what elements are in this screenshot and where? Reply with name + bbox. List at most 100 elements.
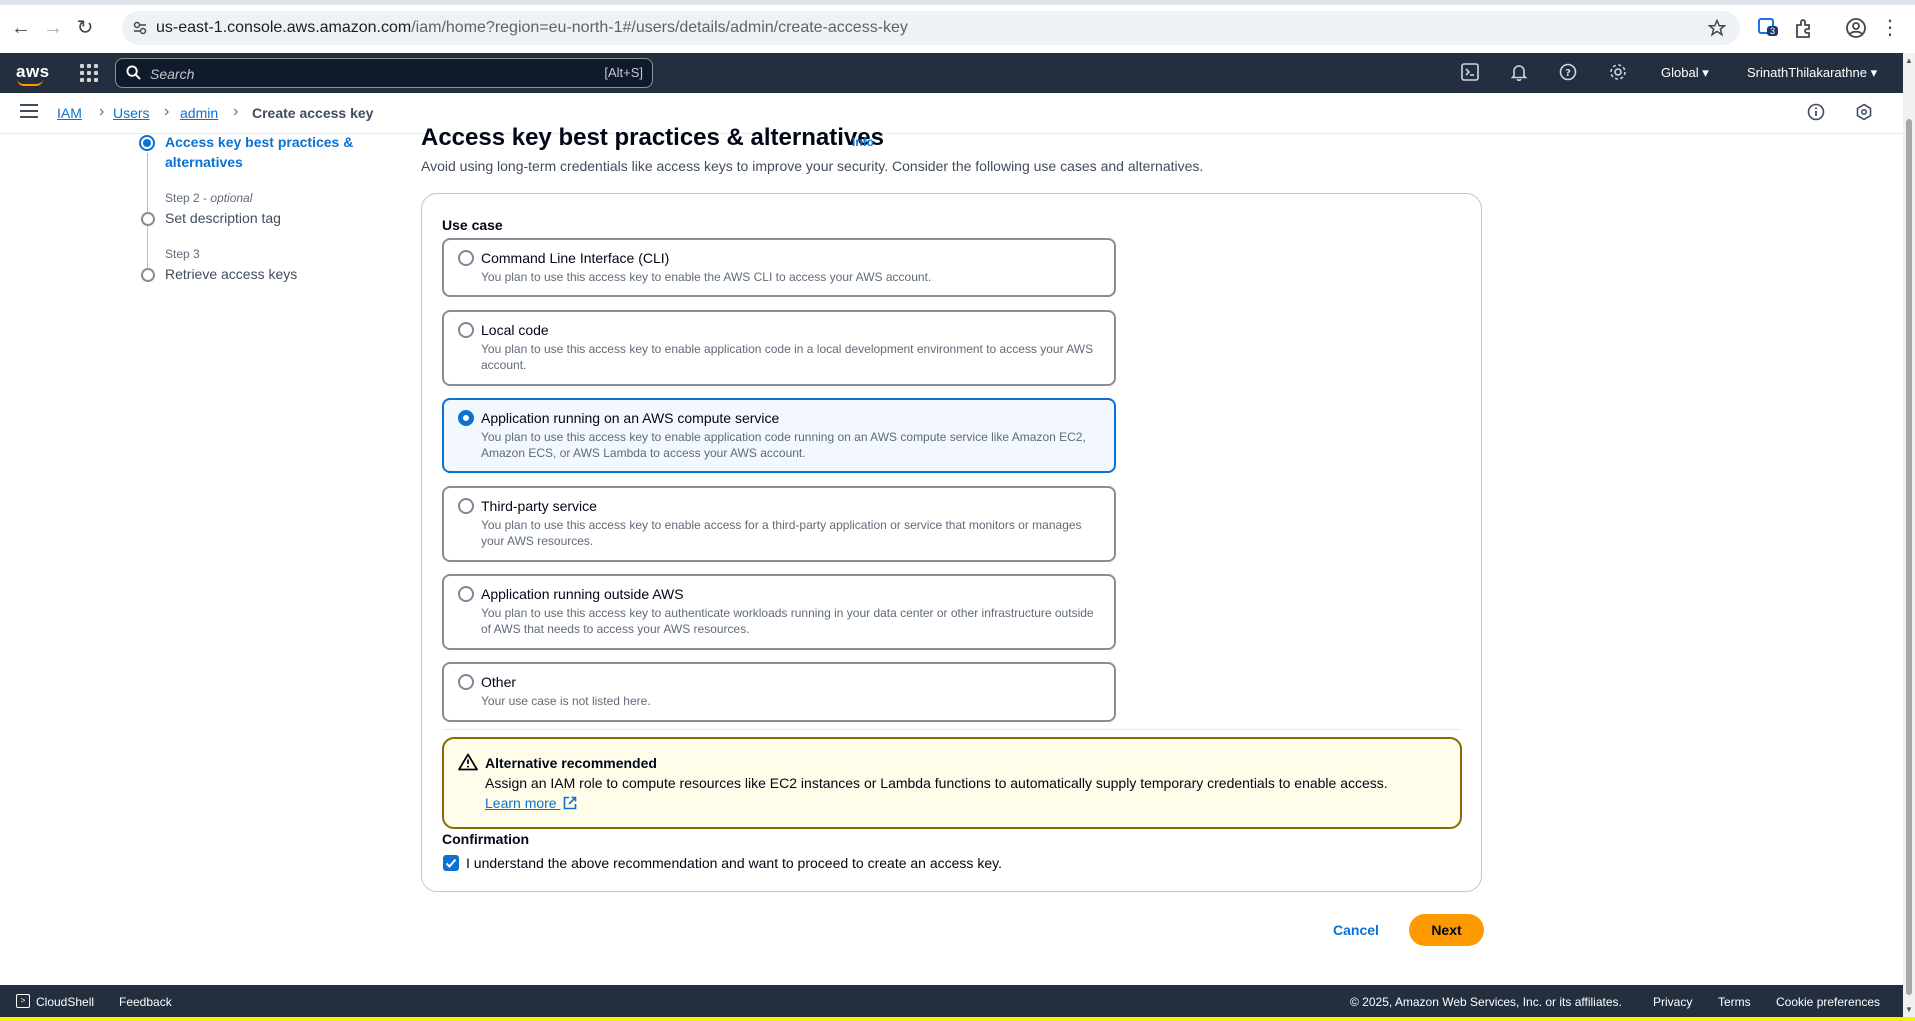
search-input[interactable]: [148, 63, 552, 85]
browser-menu-icon[interactable]: ⋮: [1879, 17, 1901, 39]
cloudshell-footer-icon[interactable]: >: [16, 994, 30, 1008]
svg-text:?: ?: [1565, 68, 1571, 79]
console-footer: > CloudShell Feedback © 2025, Amazon Web…: [0, 985, 1903, 1017]
next-button[interactable]: Next: [1409, 914, 1484, 946]
info-panel-icon[interactable]: [1807, 103, 1827, 123]
radio-button-selected[interactable]: [458, 410, 474, 426]
breadcrumb-current: Create access key: [252, 105, 374, 121]
step-2-indicator: [141, 212, 155, 226]
back-icon[interactable]: ←: [9, 16, 33, 40]
option-description: You plan to use this access key to authe…: [481, 606, 1094, 636]
chevron-right-icon: ›: [233, 103, 239, 120]
use-case-option-third-party[interactable]: Third-party service You plan to use this…: [442, 486, 1116, 562]
step-3-label[interactable]: Retrieve access keys: [165, 266, 297, 282]
confirmation-label: Confirmation: [442, 831, 530, 847]
step-2-label[interactable]: Set description tag: [165, 210, 281, 226]
url-text: us-east-1.console.aws.amazon.com/iam/hom…: [156, 19, 908, 36]
alert-title: Alternative recommended: [485, 755, 657, 771]
breadcrumb-admin[interactable]: admin: [180, 105, 218, 121]
use-case-option-cli[interactable]: Command Line Interface (CLI) You plan to…: [442, 238, 1116, 297]
copyright-text: © 2025, Amazon Web Services, Inc. or its…: [1350, 995, 1622, 1009]
privacy-link[interactable]: Privacy: [1653, 995, 1692, 1009]
feedback-link[interactable]: Feedback: [119, 995, 172, 1009]
alert-body: Assign an IAM role to compute resources …: [485, 775, 1388, 791]
use-case-option-aws-compute[interactable]: Application running on an AWS compute se…: [442, 398, 1116, 473]
use-case-option-local-code[interactable]: Local code You plan to use this access k…: [442, 310, 1116, 386]
breadcrumb-iam[interactable]: IAM: [57, 105, 82, 121]
aws-logo[interactable]: aws: [16, 62, 50, 86]
terms-link[interactable]: Terms: [1718, 995, 1751, 1009]
option-description: You plan to use this access key to enabl…: [481, 430, 1086, 460]
info-link[interactable]: Info: [852, 135, 874, 149]
site-info-icon[interactable]: [133, 21, 147, 35]
step-2-caption: Step 2 - optional: [165, 191, 253, 205]
page-scrollbar[interactable]: ▲ ▼: [1903, 53, 1915, 1017]
option-description: You plan to use this access key to enabl…: [481, 270, 932, 284]
profile-icon[interactable]: [1845, 17, 1867, 39]
cloudshell-link[interactable]: CloudShell: [36, 995, 94, 1009]
confirmation-checkbox[interactable]: [443, 855, 459, 871]
cloudshell-icon[interactable]: [1461, 63, 1481, 83]
forward-icon[interactable]: →: [41, 16, 65, 40]
region-selector[interactable]: Global ▾: [1661, 65, 1709, 81]
help-icon[interactable]: ?: [1559, 63, 1579, 83]
radio-button[interactable]: [458, 322, 474, 338]
step-3-caption: Step 3: [165, 247, 200, 261]
external-link-icon: [564, 796, 577, 810]
browser-chrome: ← → ↻ us-east-1.console.aws.amazon.com/i…: [0, 0, 1915, 53]
radio-button[interactable]: [458, 586, 474, 602]
tab-strip: [0, 0, 1915, 5]
cookie-preferences-link[interactable]: Cookie preferences: [1776, 995, 1880, 1009]
tools-panel-icon[interactable]: [1855, 103, 1875, 123]
option-title: Application running on an AWS compute se…: [481, 410, 780, 426]
search-shortcut: [Alt+S]: [604, 65, 643, 80]
step-connector: [147, 153, 148, 213]
page-title: Access key best practices & alternatives: [421, 124, 884, 151]
notifications-bell-icon[interactable]: [1510, 63, 1530, 83]
step-1-label[interactable]: Access key best practices & alternatives: [165, 132, 353, 172]
search-box[interactable]: [Alt+S]: [115, 58, 653, 88]
checkmark-icon: [445, 858, 457, 868]
search-icon: [126, 65, 141, 80]
use-case-option-outside-aws[interactable]: Application running outside AWS You plan…: [442, 574, 1116, 650]
step-connector: [147, 226, 148, 268]
hamburger-menu-icon[interactable]: [20, 104, 38, 122]
divider: [442, 729, 1462, 730]
breadcrumb-users[interactable]: Users: [113, 105, 150, 121]
learn-more-link[interactable]: Learn more: [485, 795, 577, 811]
warning-icon: [458, 753, 478, 771]
option-title: Command Line Interface (CLI): [481, 250, 670, 266]
scrollbar-thumb[interactable]: [1906, 119, 1912, 995]
step-1-indicator: [139, 135, 155, 151]
chevron-right-icon: ›: [99, 103, 105, 120]
page-subtitle: Avoid using long-term credentials like a…: [421, 158, 1204, 174]
radio-button[interactable]: [458, 674, 474, 690]
cancel-button[interactable]: Cancel: [1322, 914, 1390, 946]
option-title: Other: [481, 674, 517, 690]
services-grid-icon[interactable]: [80, 64, 98, 82]
option-description: Your use case is not listed here.: [481, 694, 651, 708]
scroll-up-icon[interactable]: ▲: [1905, 56, 1913, 65]
option-title: Application running outside AWS: [481, 586, 684, 602]
use-case-label: Use case: [442, 217, 503, 233]
scroll-down-icon[interactable]: ▼: [1905, 1005, 1913, 1014]
bookmark-star-icon[interactable]: [1708, 19, 1726, 37]
settings-gear-icon[interactable]: [1609, 63, 1629, 83]
chevron-right-icon: ›: [164, 103, 170, 120]
option-title: Third-party service: [481, 498, 597, 514]
extensions-puzzle-icon[interactable]: [1793, 17, 1815, 39]
radio-button[interactable]: [458, 498, 474, 514]
reload-icon[interactable]: ↻: [73, 16, 97, 40]
window-border: [0, 1017, 1915, 1021]
radio-button[interactable]: [458, 250, 474, 266]
address-bar[interactable]: us-east-1.console.aws.amazon.com/iam/hom…: [122, 11, 1740, 45]
alternative-recommended-alert: Alternative recommended Assign an IAM ro…: [442, 737, 1462, 829]
account-menu[interactable]: SrinathThilakarathne ▾: [1747, 65, 1877, 81]
extension-badge-icon[interactable]: 3: [1757, 17, 1779, 39]
confirmation-text[interactable]: I understand the above recommendation an…: [466, 855, 1002, 871]
option-description: You plan to use this access key to enabl…: [481, 342, 1094, 372]
use-case-option-other[interactable]: Other Your use case is not listed here.: [442, 662, 1116, 722]
step-3-indicator: [141, 268, 155, 282]
option-description: You plan to use this access key to enabl…: [481, 518, 1082, 548]
extension-badge-count: 3: [1767, 26, 1779, 36]
